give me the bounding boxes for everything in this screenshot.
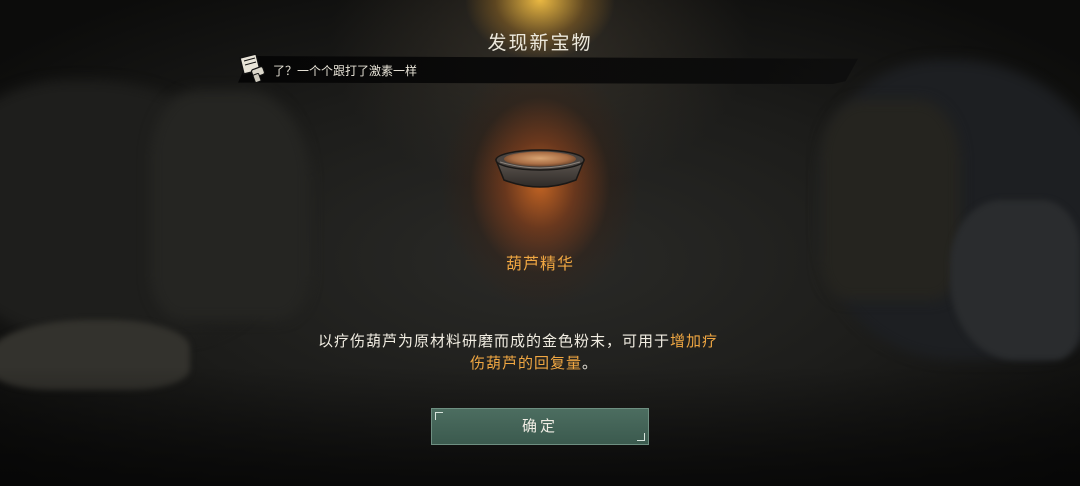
corner-decoration bbox=[637, 433, 645, 441]
item-description-line2: 伤葫芦的回复量。 bbox=[470, 352, 598, 374]
rock-right bbox=[950, 200, 1080, 360]
description-text: 以疗伤葫芦为原材料研磨而成的金色粉末，可用于 bbox=[318, 332, 671, 350]
description-highlight: 增加疗 bbox=[670, 332, 719, 350]
dialog-text: 了？一个个跟打了激素一样 bbox=[273, 64, 418, 78]
confirm-button[interactable]: 确定 bbox=[431, 408, 649, 445]
cave-pillar-left bbox=[150, 90, 310, 320]
bowl-of-powder-icon bbox=[490, 140, 590, 200]
description-end: 。 bbox=[582, 354, 599, 372]
description-highlight-2: 伤葫芦的回复量 bbox=[470, 354, 583, 372]
item-name: 葫芦精华 bbox=[505, 254, 574, 273]
confirm-label: 确定 bbox=[521, 417, 558, 435]
game-scene: 发现新宝物 了？一个个跟打了激素一样 葫芦精华 以疗伤葫芦为原材料研磨而成的金色… bbox=[0, 0, 1080, 486]
item-description: 以疗伤葫芦为原材料研磨而成的金色粉末，可用于增加疗 bbox=[318, 330, 778, 352]
page-title: 发现新宝物 bbox=[487, 32, 593, 54]
scroll-hand-icon[interactable] bbox=[236, 50, 272, 86]
corner-decoration bbox=[435, 412, 443, 420]
